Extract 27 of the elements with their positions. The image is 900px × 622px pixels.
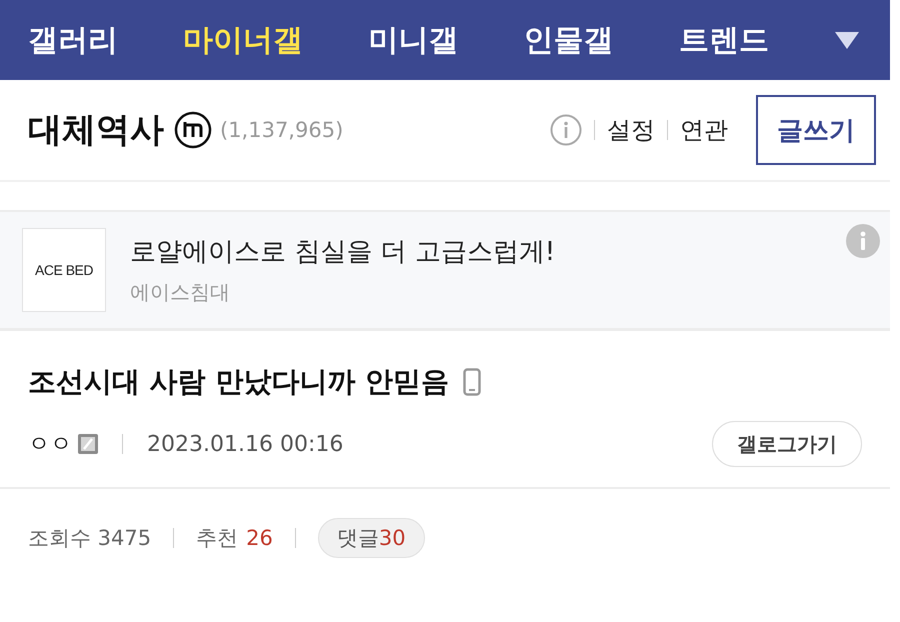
gallery-name: 대체역사 xyxy=(28,109,164,152)
info-icon[interactable] xyxy=(550,114,582,146)
author-name[interactable]: ㅇㅇ xyxy=(28,429,72,459)
gallog-button[interactable]: 갤로그가기 xyxy=(712,421,862,467)
advertiser-name: 에이스침대 xyxy=(130,279,231,306)
ad-logo: ACE BED xyxy=(22,228,106,312)
dropdown-caret-icon[interactable] xyxy=(834,30,860,50)
header-link[interactable]: 설정 xyxy=(607,114,655,146)
nav-tab[interactable]: 인물갤 xyxy=(524,20,614,60)
comment-button[interactable]: 댓글30 xyxy=(318,518,425,558)
header-link[interactable]: 연관 xyxy=(680,114,728,146)
recommend-count: 26 xyxy=(246,526,273,550)
post-title: 조선시대 사람 만났다니까 안믿음 xyxy=(28,364,450,400)
write-button[interactable]: 글쓰기 xyxy=(756,95,876,165)
ad-banner[interactable]: ACE BED 로얄에이스로 침실을 더 고급스럽게! 에이스침대 xyxy=(0,210,890,331)
recommend-label: 추천 xyxy=(196,525,238,552)
nav-tab[interactable]: 갤러리 xyxy=(28,20,118,60)
ad-headline: 로얄에이스로 침실을 더 고급스럽게! xyxy=(130,236,556,269)
post-date: 2023.01.16 00:16 xyxy=(147,432,344,456)
minor-gallery-m-icon xyxy=(174,111,212,149)
nav-tab[interactable]: 트렌드 xyxy=(678,20,769,60)
view-count: 조회수 3475 xyxy=(28,525,152,552)
info-icon[interactable] xyxy=(846,224,880,258)
user-level-icon xyxy=(78,434,98,454)
nav-tab[interactable]: 마이너갤 xyxy=(183,20,304,60)
nav-tab[interactable]: 미니갤 xyxy=(368,20,458,60)
member-count: (1,137,965) xyxy=(220,118,344,142)
